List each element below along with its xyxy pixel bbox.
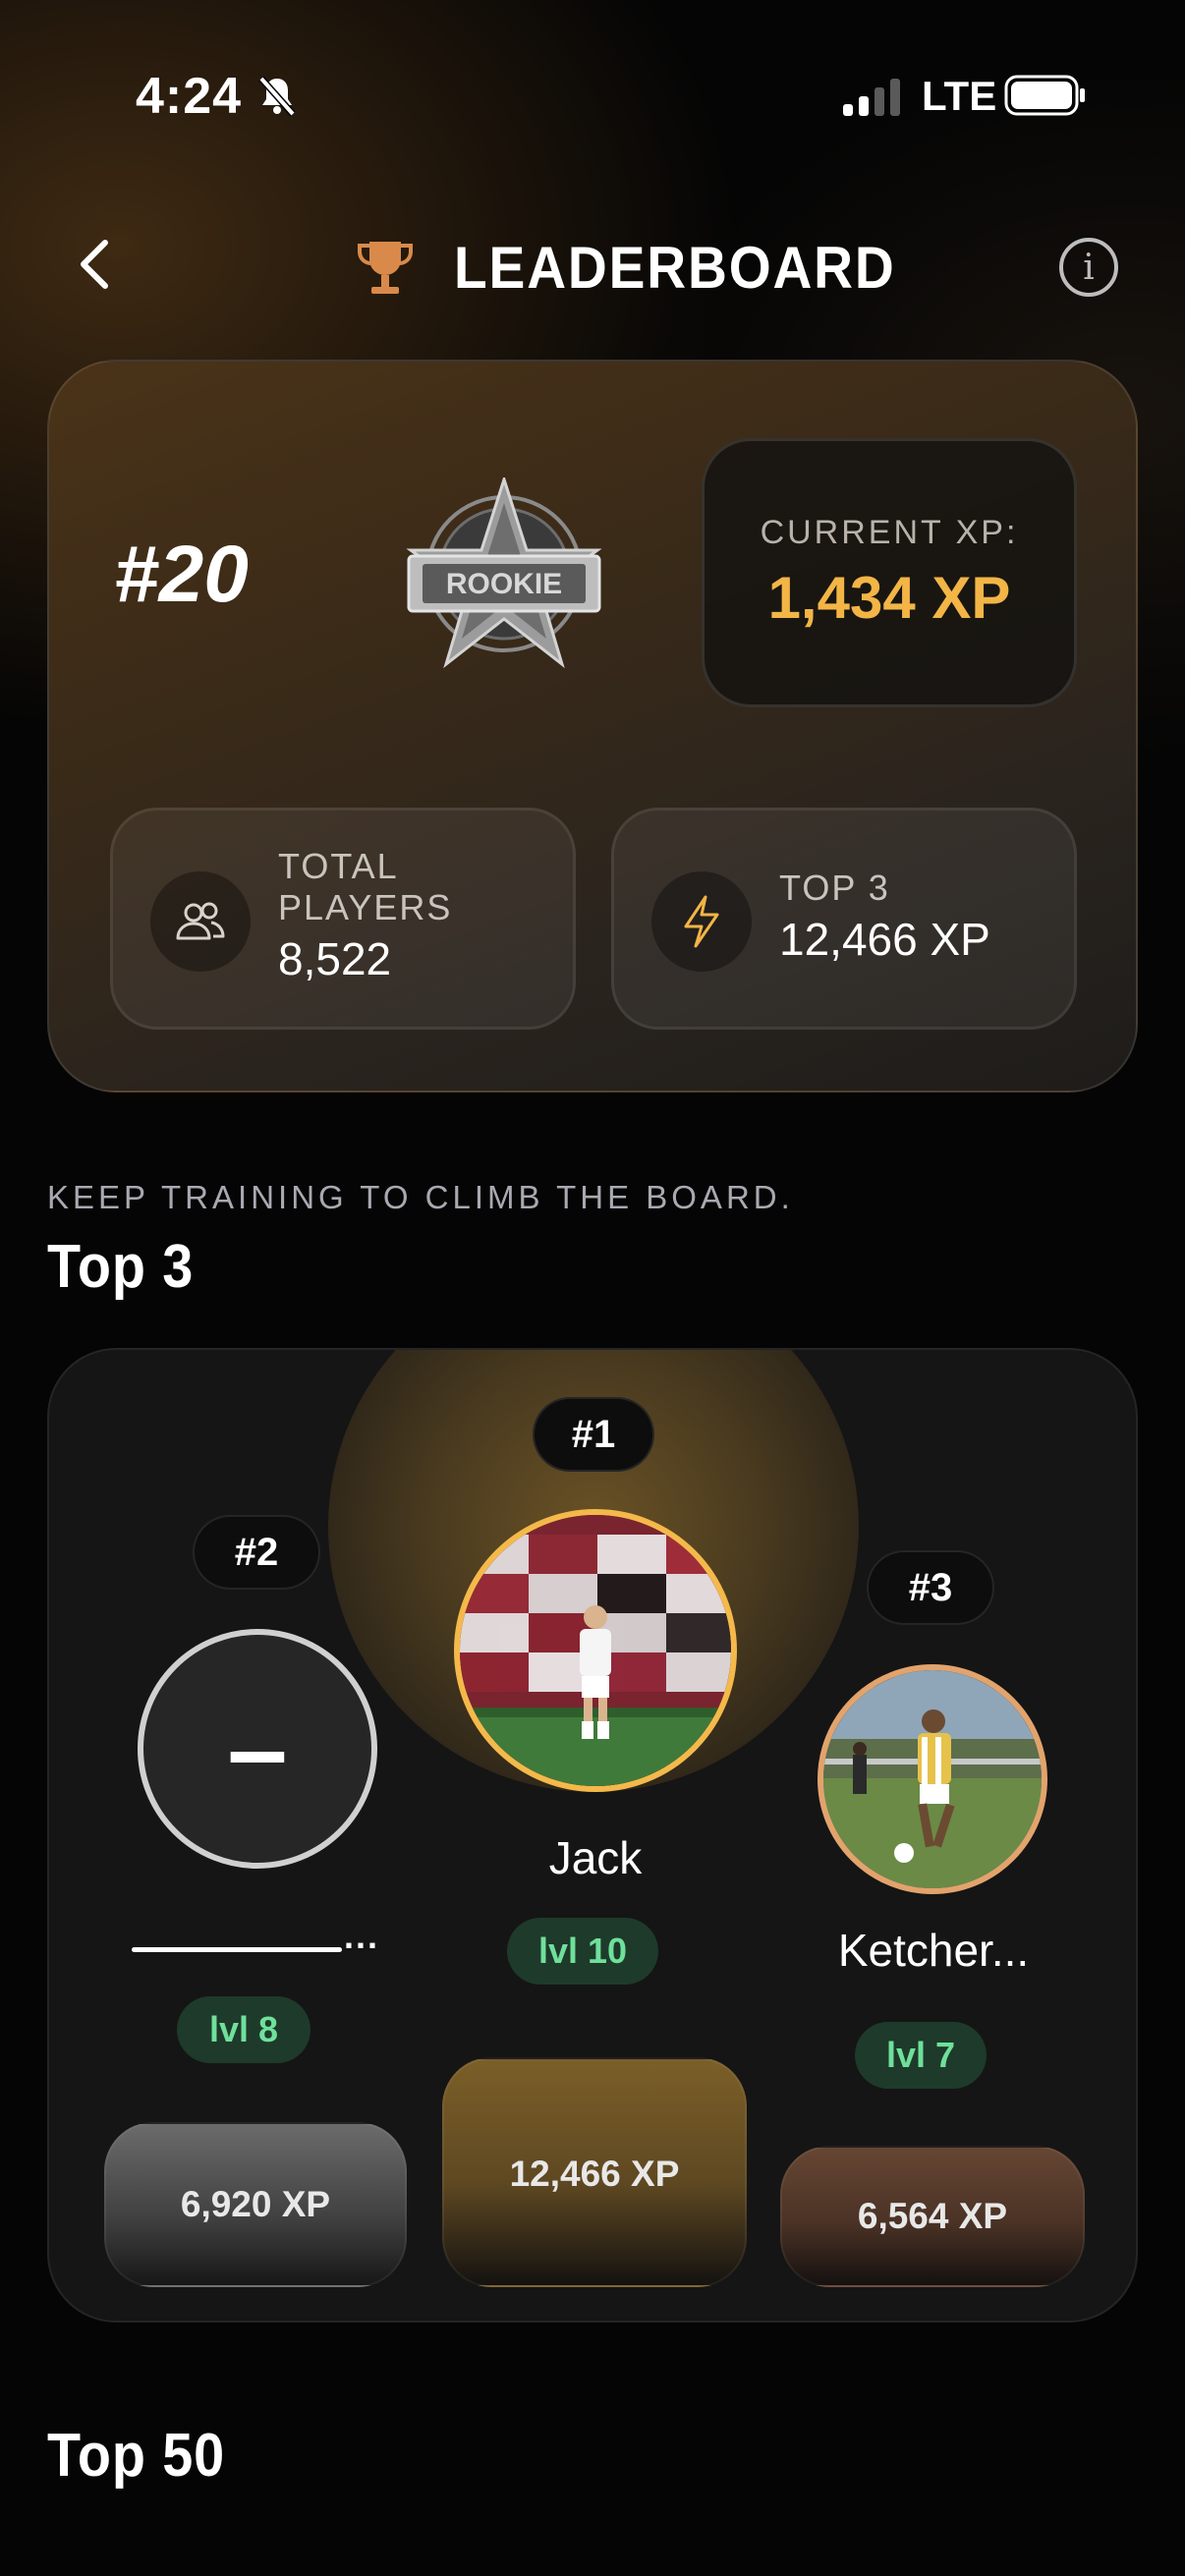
top3-xp-stat: TOP 3 12,466 XP [611,808,1077,1030]
top3-label: TOP 3 [779,868,890,908]
player-name-third: Ketcher... [837,1925,1030,1976]
total-players-value: 8,522 [278,933,392,984]
rank-pill-second: #2 [193,1515,320,1590]
status-time: 4:24 [136,68,243,125]
info-button[interactable]: i [1059,238,1118,297]
podium-card: #2 – ... lvl 8 6,920 XP #1 Jack lvl 10 1… [47,1348,1138,2323]
avatar-first[interactable] [454,1509,737,1792]
rank-summary-card: #20 ROOKIE CURRENT XP: 1,434 XP TOTAL PL… [47,360,1138,1092]
podium-block-third: 6,564 XP [780,2146,1085,2287]
battery-icon [1004,75,1085,116]
users-icon-container [150,871,251,972]
level-badge-third: lvl 7 [855,2022,987,2089]
users-icon [176,902,225,940]
status-bar: 4:24 LTE [0,59,1185,138]
player-name-first: Jack [548,1832,643,1883]
total-players-label: TOTAL PLAYERS [278,846,453,927]
chevron-left-icon [81,240,108,289]
rank-pill-first: #1 [533,1397,654,1472]
lightning-icon-container [651,871,752,972]
leaderboard-screen: 4:24 LTE LEADERBOARD i #20 ROOKIE CURREN… [0,0,1185,2576]
level-badge-first: lvl 10 [507,1918,658,1985]
level-badge-second: lvl 8 [177,1996,310,2063]
avatar-second[interactable]: – [138,1629,377,1869]
top3-value: 12,466 XP [779,914,990,965]
player-name-second-ellipsis: ... [344,1916,380,1956]
lightning-icon [684,895,719,948]
avatar-placeholder-initial: – [227,1688,288,1810]
total-players-text: TOTAL PLAYERS 8,522 [278,846,475,985]
avatar-photo-third [823,1670,1042,1888]
user-rank: #20 [114,530,249,619]
current-xp-value: 1,434 XP [767,565,1011,631]
rookie-badge-icon: ROOKIE [406,477,602,669]
podium-block-first: 12,466 XP [442,2057,747,2287]
top3-title: Top 3 [47,1233,195,1301]
avatar-third[interactable] [818,1664,1047,1894]
current-xp-label: CURRENT XP: [760,514,1019,551]
network-label: LTE [922,73,997,119]
bell-off-icon [258,76,296,117]
avatar-photo-first [460,1515,731,1786]
back-button[interactable] [61,230,130,299]
total-players-stat: TOTAL PLAYERS 8,522 [110,808,576,1030]
top3-xp-text: TOP 3 12,466 XP [779,868,990,966]
trophy-icon [358,242,413,294]
header-title-group: LEADERBOARD [354,228,934,307]
top3-subtitle: KEEP TRAINING TO CLIMB THE BOARD. [47,1179,794,1215]
top50-title: Top 50 [47,2422,226,2490]
info-icon: i [1083,247,1095,288]
rank-pill-third: #3 [867,1550,994,1625]
signal-icon [843,79,900,116]
current-xp-box: CURRENT XP: 1,434 XP [702,438,1077,707]
rookie-badge-label: ROOKIE [446,568,562,600]
page-title: LEADERBOARD [454,234,896,301]
player-name-second-redacted [132,1947,342,1952]
podium-block-second: 6,920 XP [104,2122,407,2287]
header: LEADERBOARD i [0,216,1185,314]
